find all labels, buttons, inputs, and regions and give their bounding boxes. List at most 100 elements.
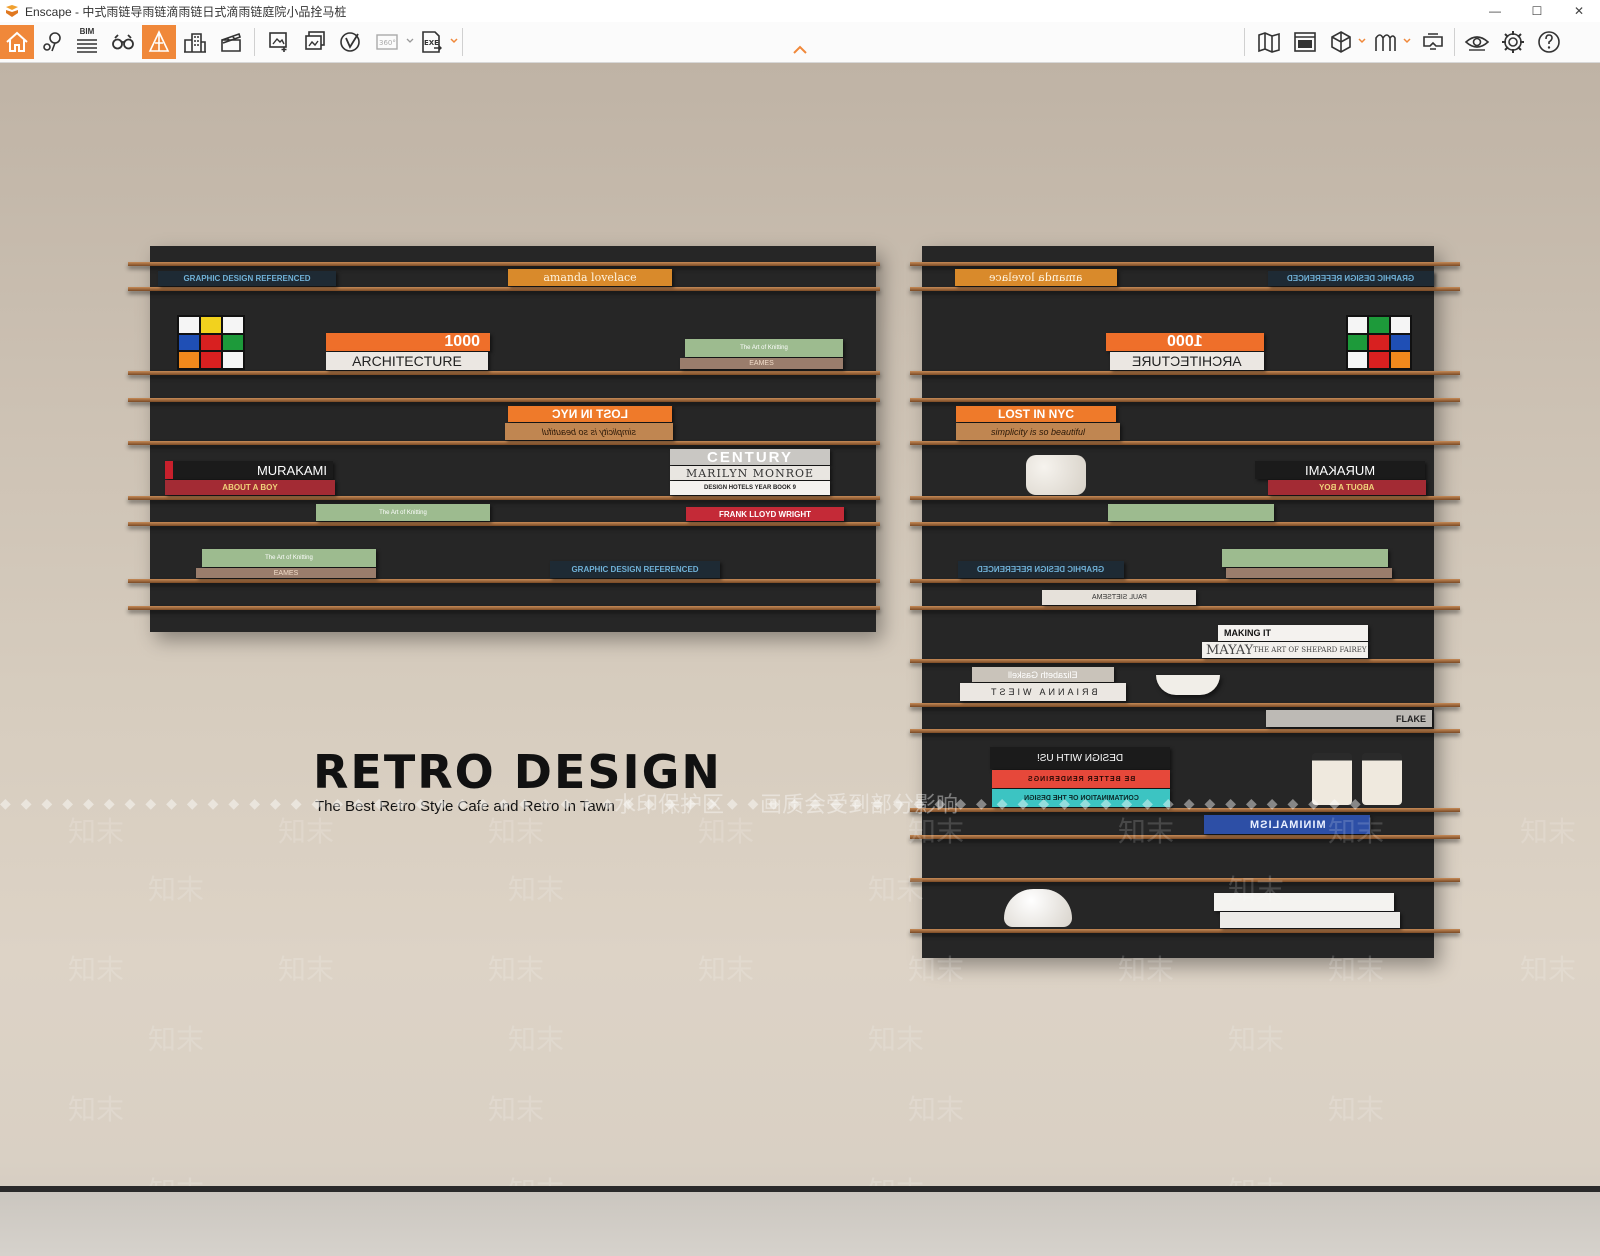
watermark-brand-text: 知末: [488, 816, 545, 847]
book: ARCHITECTURE: [1110, 352, 1264, 370]
book: Elizabeth Gaskell: [972, 667, 1114, 682]
buildings-button[interactable]: [178, 25, 212, 59]
clapperboard-icon: [221, 32, 242, 52]
material-dropdown-chevron-icon[interactable]: [1357, 36, 1367, 46]
book: [1108, 504, 1274, 521]
book: DESIGN HOTELS YEAR BOOK 9: [670, 481, 830, 495]
maximize-button[interactable]: ☐: [1516, 0, 1558, 22]
export-exe-button[interactable]: EXE: [414, 25, 448, 59]
watermark-brand-text: 知末: [1328, 816, 1385, 847]
help-button[interactable]: [1532, 25, 1566, 59]
shelf-plank: [128, 496, 880, 500]
book: GRAPHIC DESIGN REFERENCED: [158, 271, 336, 286]
settings-button[interactable]: [1496, 25, 1530, 59]
shelf-plank: [910, 606, 1460, 610]
enscape-logo-icon: [6, 5, 18, 17]
vr-headset-button[interactable]: [1416, 25, 1450, 59]
document-title: 中式雨链导雨链滴雨链日式滴雨链庭院小品拴马桩: [82, 4, 347, 19]
shelf-plank: [910, 262, 1460, 266]
map-icon: [1258, 32, 1280, 53]
visual-settings-eye-icon: [1464, 36, 1490, 51]
video-editor-button[interactable]: [214, 25, 248, 59]
shelf-plank: [910, 496, 1460, 500]
atmosphere-button[interactable]: [1368, 25, 1402, 59]
book: 1000: [1106, 333, 1264, 351]
shelf-plank: [910, 579, 1460, 583]
atmosphere-icon: [1375, 34, 1396, 51]
shelf-plank: [910, 703, 1460, 707]
toolbar-separator: [462, 28, 463, 56]
watermark-brand-text: 知末: [488, 1094, 545, 1125]
book: GRAPHIC DESIGN REFERENCED: [1268, 271, 1434, 286]
export-exe-icon: EXE: [422, 31, 442, 53]
watermark-brand-text: 知末: [68, 1094, 125, 1125]
atmosphere-dropdown-chevron-icon[interactable]: [1402, 36, 1412, 46]
close-button[interactable]: ✕: [1558, 0, 1600, 22]
shelf-plank: [128, 579, 880, 583]
material-button[interactable]: [1324, 25, 1358, 59]
book: amanda lovelace: [955, 269, 1117, 286]
watermark-brand-text: 知末: [1328, 1094, 1385, 1125]
book: [1222, 549, 1388, 567]
book: ARCHITECTURE: [326, 352, 488, 370]
shelf-plank: [128, 606, 880, 610]
book: EAMES: [680, 358, 843, 369]
home-button[interactable]: [0, 25, 34, 59]
book: simplicity is so beautiful: [956, 423, 1120, 440]
asset-library-icon: [1294, 32, 1316, 52]
book: GRAPHIC DESIGN REFERENCED: [958, 561, 1124, 578]
rubiks-cube: [177, 315, 245, 370]
screenshot-button[interactable]: [262, 25, 296, 59]
book: BRIANNA WIEST: [960, 683, 1126, 701]
screenshot-icon: [269, 32, 287, 52]
white-bowl: [1156, 675, 1220, 695]
batch-render-button[interactable]: [298, 25, 332, 59]
panorama-button[interactable]: 360°: [370, 25, 404, 59]
shelf-plank: [128, 398, 880, 402]
book: EAMES: [196, 568, 376, 578]
shelf-plank: [128, 522, 880, 526]
settings-gear-icon: [1502, 31, 1524, 53]
book: amanda lovelace: [508, 269, 672, 286]
watermark-brand-text: 知末: [868, 874, 925, 905]
render-viewport[interactable]: GRAPHIC DESIGN REFERENCED amanda lovelac…: [0, 63, 1600, 1256]
book: ABOUT A BOY: [165, 480, 335, 495]
window-title: Enscape - 中式雨链导雨链滴雨链日式滴雨链庭院小品拴马桩: [25, 3, 346, 20]
vr-headset-icon: [1423, 33, 1443, 50]
bim-button[interactable]: BIM: [70, 25, 104, 59]
shelf-plank: [910, 371, 1460, 375]
main-toolbar: BIM 360° EXE: [0, 22, 1600, 63]
material-cube-icon: [1331, 31, 1351, 53]
shelf-plank: [128, 441, 880, 445]
export-dropdown-chevron-icon[interactable]: [449, 36, 459, 46]
visual-settings-button[interactable]: [1460, 25, 1494, 59]
title-separator: -: [71, 4, 83, 19]
shelf-plank: [910, 659, 1460, 663]
binoculars-button[interactable]: [106, 25, 140, 59]
book: LOST IN NYC: [956, 406, 1116, 422]
help-icon: [1538, 31, 1560, 53]
exe-label: EXE: [424, 39, 439, 47]
book: The Art of Knitting: [685, 339, 843, 357]
book: ABOUT A BOY: [1268, 480, 1426, 495]
web-standalone-button[interactable]: [334, 25, 368, 59]
panorama-icon: 360°: [376, 34, 398, 50]
map-button[interactable]: [1252, 25, 1286, 59]
shelf-plank: [128, 371, 880, 375]
watermark-brand-text: 知末: [1228, 874, 1285, 905]
book: FRANK LLOYD WRIGHT: [686, 507, 844, 521]
book: [1226, 568, 1392, 578]
collapse-toolbar-chevron-icon[interactable]: [792, 45, 808, 55]
book: MAKING IT: [1218, 625, 1368, 641]
asset-library-button[interactable]: [1288, 25, 1322, 59]
floor: [0, 1192, 1600, 1256]
toolbar-separator: [254, 28, 255, 56]
location-button[interactable]: [35, 25, 69, 59]
shelf-plank: [910, 522, 1460, 526]
perspective-button[interactable]: [142, 25, 176, 59]
book: MURAKAMI: [165, 461, 333, 479]
minimize-button[interactable]: —: [1474, 0, 1516, 22]
shelf-plank: [910, 287, 1460, 291]
book: MARILYN MONROE: [670, 466, 830, 480]
toolbar-separator: [1244, 28, 1245, 56]
